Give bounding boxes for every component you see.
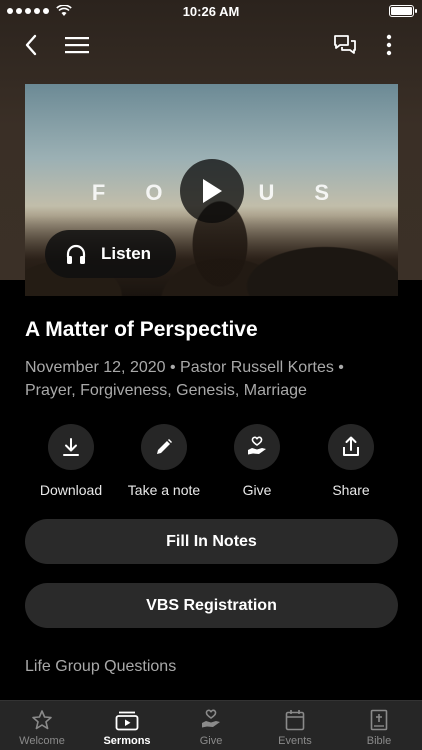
take-a-note-label: Take a note: [127, 482, 201, 498]
chat-bubbles-icon: [334, 35, 356, 54]
sermon-artwork: F O U S Listen: [25, 84, 398, 296]
play-icon: [203, 179, 222, 203]
back-button[interactable]: [14, 28, 48, 62]
bottom-tab-bar: Welcome Sermons Give Events Bible: [0, 700, 422, 750]
menu-button[interactable]: [60, 28, 94, 62]
give-heart-hand-icon: [248, 436, 266, 455]
tab-bible[interactable]: Bible: [337, 701, 421, 750]
navigation-bar: [0, 22, 422, 66]
take-a-note-button[interactable]: Take a note: [114, 424, 214, 498]
share-icon: [343, 436, 359, 456]
more-vertical-icon: [386, 34, 392, 56]
download-label: Download: [39, 482, 103, 498]
life-group-questions-heading[interactable]: Life Group Questions: [25, 658, 176, 676]
tab-give-label: Give: [199, 735, 223, 747]
sermon-meta: November 12, 2020 • Pastor Russell Korte…: [25, 356, 405, 402]
tab-give[interactable]: Give: [169, 701, 253, 750]
download-button[interactable]: Download: [21, 424, 121, 498]
listen-label: Listen: [101, 244, 152, 263]
tab-welcome-label: Welcome: [19, 735, 65, 747]
battery-icon: [389, 5, 417, 17]
pencil-icon: [157, 439, 172, 454]
sermon-actions: Download Take a note Give Share: [0, 424, 422, 504]
sermon-tags: Prayer, Forgiveness, Genesis, Marriage: [25, 382, 307, 399]
sermon-title: A Matter of Perspective: [25, 318, 258, 341]
share-button[interactable]: Share: [301, 424, 401, 498]
more-options-button[interactable]: [372, 28, 406, 62]
tab-sermons-label: Sermons: [103, 735, 151, 747]
status-bar: 10:26 AM: [0, 0, 422, 22]
headphones-icon: [66, 244, 86, 264]
listen-button[interactable]: Listen: [45, 230, 176, 278]
tab-events[interactable]: Events: [253, 701, 337, 750]
play-screen-icon: [115, 711, 139, 731]
star-icon: [32, 710, 52, 730]
tab-events-label: Events: [278, 735, 312, 747]
play-button[interactable]: [180, 159, 244, 223]
tab-bible-label: Bible: [366, 735, 392, 747]
fill-in-notes-button[interactable]: Fill In Notes: [25, 519, 398, 564]
download-icon: [63, 438, 79, 456]
sermon-date-speaker: November 12, 2020 • Pastor Russell Korte…: [25, 359, 344, 376]
share-label: Share: [332, 482, 370, 498]
give-icon: [202, 709, 220, 728]
calendar-icon: [285, 710, 305, 731]
chat-button[interactable]: [328, 28, 362, 62]
chevron-left-icon: [25, 34, 37, 56]
give-action-label: Give: [242, 482, 272, 498]
hamburger-menu-icon: [65, 37, 89, 54]
bible-icon: [370, 709, 388, 731]
tab-welcome[interactable]: Welcome: [0, 701, 84, 750]
vbs-registration-button[interactable]: VBS Registration: [25, 583, 398, 628]
tab-sermons[interactable]: Sermons: [85, 701, 169, 750]
status-time: 10:26 AM: [182, 4, 240, 19]
give-action-button[interactable]: Give: [207, 424, 307, 498]
